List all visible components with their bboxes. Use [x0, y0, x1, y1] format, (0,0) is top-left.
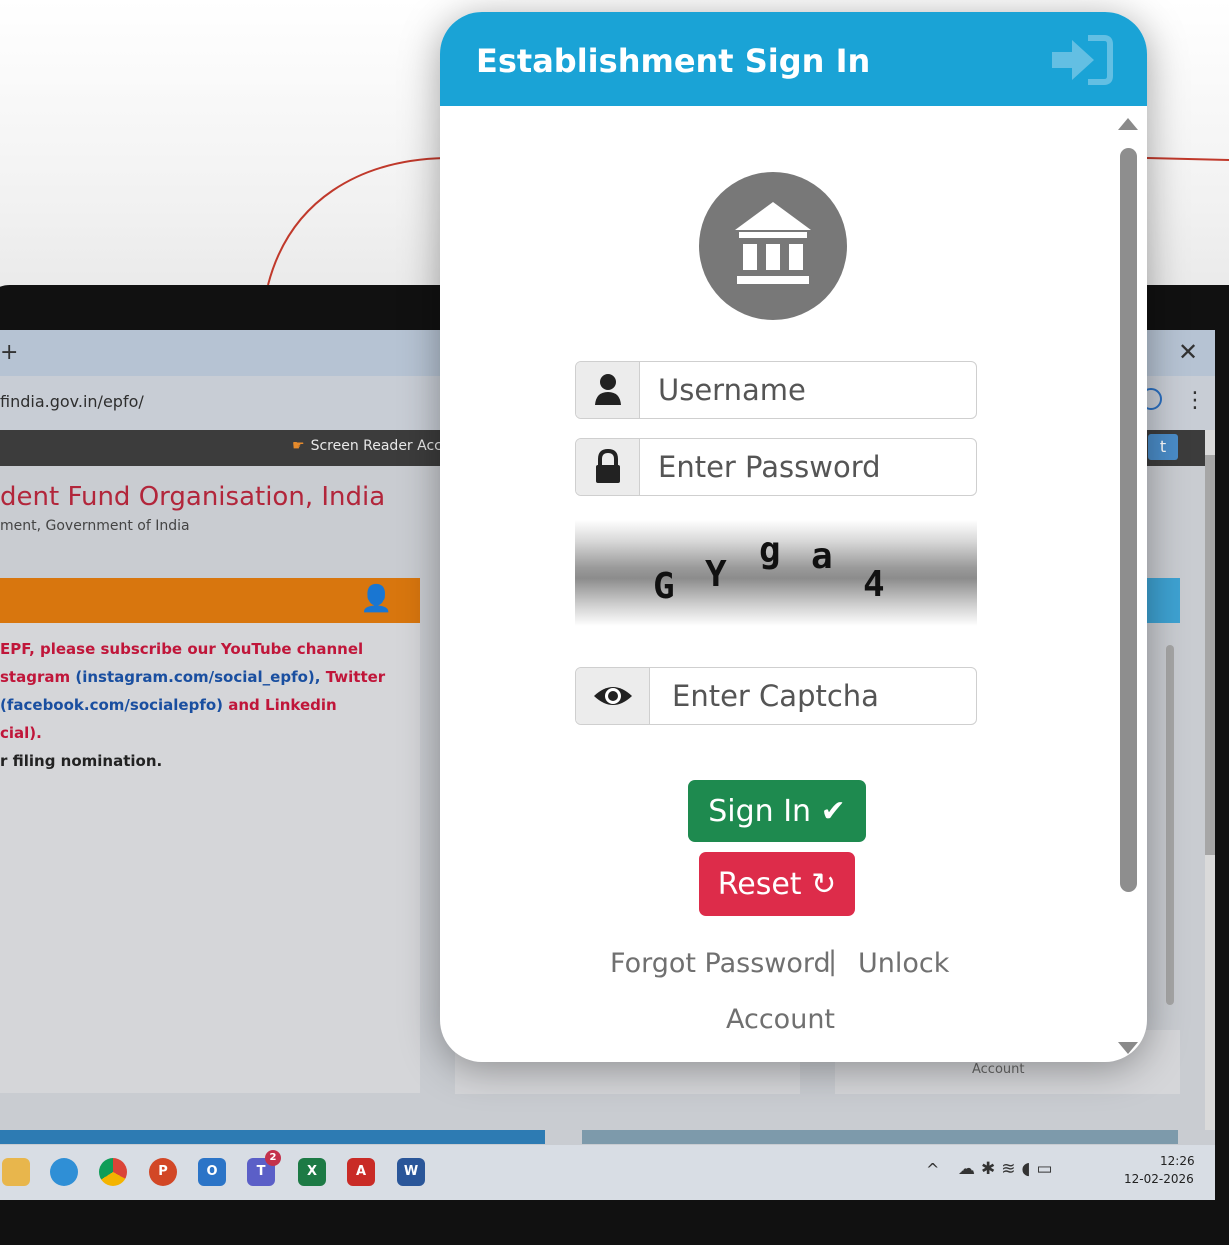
captcha-addon: [576, 668, 650, 724]
unlock-account-link-continued[interactable]: Account: [726, 1004, 835, 1035]
footer-strip: [582, 1130, 1178, 1144]
password-field: [575, 438, 977, 496]
username-field: [575, 361, 977, 419]
bank-icon: [699, 172, 847, 320]
announcement-text-run: and Linkedin: [223, 696, 337, 714]
pointer-hand-icon: ☛: [292, 438, 305, 454]
file-explorer-icon[interactable]: [2, 1158, 30, 1186]
edge-icon[interactable]: [50, 1158, 78, 1186]
announcement-text-run: Twitter: [320, 668, 386, 686]
chrome-icon[interactable]: [99, 1158, 127, 1186]
captcha-char: g: [759, 530, 781, 571]
sign-in-button[interactable]: Sign In ✔: [688, 780, 866, 842]
teams-badge: 2: [265, 1150, 281, 1166]
announcement-line: stagram (instagram.com/social_epfo), Twi…: [0, 668, 385, 686]
announcement-line: r filing nomination.: [0, 752, 162, 770]
twitter-icon[interactable]: t: [1148, 434, 1178, 460]
social-link[interactable]: (instagram.com/social_epfo),: [75, 668, 320, 686]
acrobat-icon[interactable]: A: [347, 1158, 375, 1186]
powerpoint-icon[interactable]: P: [149, 1158, 177, 1186]
teams-icon[interactable]: 2T: [247, 1150, 281, 1186]
user-icon: [595, 374, 621, 405]
announcement-text-run: EPF, please subscribe our YouTube channe…: [0, 640, 364, 658]
signin-modal: Establishment Sign In Username G Y g a 4…: [440, 12, 1147, 1062]
reset-button[interactable]: Reset ↻: [699, 852, 855, 916]
add-user-icon: 👤: [360, 584, 393, 614]
sign-in-icon: [1052, 35, 1113, 85]
username-input[interactable]: [656, 362, 966, 418]
social-link[interactable]: (facebook.com/socialepfo): [0, 696, 223, 714]
orange-header-band: [0, 578, 420, 623]
announcement-text-run: stagram: [0, 668, 76, 686]
tray-overflow-icon[interactable]: ^: [926, 1160, 939, 1179]
outlook-icon[interactable]: O: [198, 1158, 226, 1186]
browser-menu-icon[interactable]: ⋮: [1184, 388, 1206, 413]
address-url[interactable]: findia.gov.in/epfo/: [0, 392, 144, 411]
word-icon[interactable]: W: [397, 1158, 425, 1186]
clock-date[interactable]: 12-02-2026: [1124, 1172, 1194, 1186]
modal-scroll-down[interactable]: [1118, 1042, 1138, 1054]
screen-reader-link[interactable]: ☛ Screen Reader Acc: [292, 438, 442, 454]
announcement-text-run: cial).: [0, 724, 42, 742]
captcha-char: G: [653, 566, 675, 607]
user-addon: [576, 362, 640, 418]
system-tray-icons[interactable]: ☁✱≋◖▭: [958, 1159, 1059, 1179]
captcha-image: G Y g a 4: [575, 520, 977, 626]
modal-scroll-up[interactable]: [1118, 118, 1138, 130]
announcement-line: (facebook.com/socialepfo) and Linkedin: [0, 696, 337, 714]
captcha-field: [575, 667, 977, 725]
captcha-char: a: [811, 536, 833, 577]
modal-scrollbar-thumb[interactable]: [1120, 148, 1137, 892]
announcement-text-run: r filing nomination.: [0, 752, 163, 770]
unlock-account-link[interactable]: Unlock: [858, 948, 949, 979]
new-tab-button[interactable]: +: [0, 340, 18, 365]
forgot-password-link[interactable]: Forgot Password: [610, 948, 831, 979]
announcement-panel: [0, 623, 420, 1093]
footer-strip: [0, 1130, 545, 1144]
screen-reader-label: Screen Reader Acc: [310, 438, 442, 454]
site-subtitle: ment, Government of India: [0, 518, 190, 534]
captcha-char: 4: [863, 564, 885, 605]
excel-icon[interactable]: X: [298, 1158, 326, 1186]
modal-title: Establishment Sign In: [476, 42, 871, 80]
link-separator: |: [828, 946, 838, 977]
background-account-link[interactable]: Account: [972, 1062, 1025, 1077]
announcement-line: cial).: [0, 724, 42, 742]
password-addon: [576, 439, 640, 495]
lock-icon: [596, 448, 620, 483]
inner-scrollbar-thumb[interactable]: [1166, 645, 1174, 1005]
site-title: dent Fund Organisation, India: [0, 482, 386, 512]
captcha-char: Y: [705, 554, 727, 595]
captcha-input[interactable]: [670, 668, 976, 724]
page-scrollbar-thumb[interactable]: [1205, 455, 1215, 855]
announcement-line: EPF, please subscribe our YouTube channe…: [0, 640, 363, 658]
eye-icon: [594, 687, 632, 705]
window-close-button[interactable]: ✕: [1178, 338, 1198, 366]
clock-time[interactable]: 12:26: [1160, 1154, 1195, 1168]
password-input[interactable]: [656, 439, 966, 495]
